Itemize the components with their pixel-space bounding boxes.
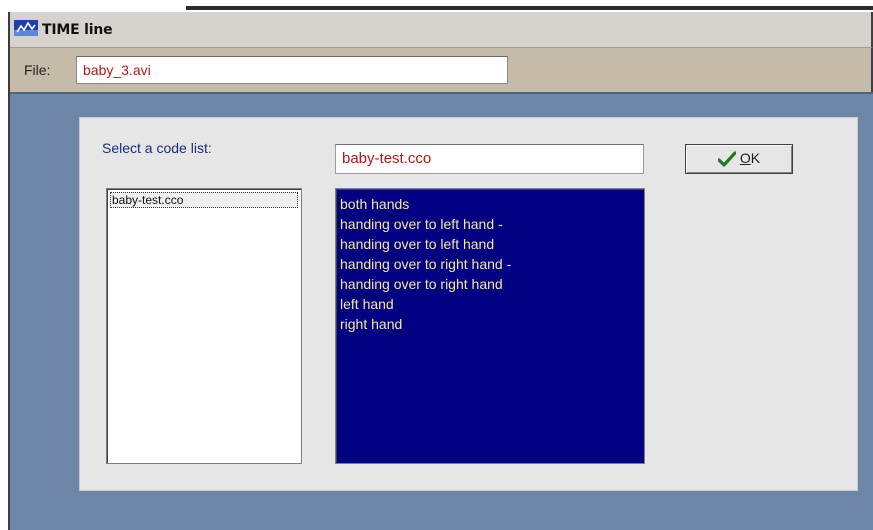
timeline-window: TIME line File: baby_3.avi Select a code… [8,12,873,530]
select-code-list-label: Select a code list: [102,140,212,156]
list-item[interactable]: left hand [340,294,640,314]
list-item[interactable]: handing over to right hand - [340,254,640,274]
window-title: TIME line [42,22,113,38]
list-item[interactable]: handing over to left hand - [340,214,640,234]
divider [10,92,873,94]
code-list-files[interactable]: baby-test.cco [106,188,302,464]
list-item[interactable]: both hands [340,194,640,214]
title-bar[interactable]: TIME line [10,12,873,48]
ok-button-label: OK [739,150,761,166]
file-bar: File: baby_3.avi [10,48,873,92]
list-item[interactable]: handing over to right hand [340,274,640,294]
list-item[interactable]: right hand [340,314,640,334]
list-item[interactable]: baby-test.cco [110,192,298,208]
codes-list[interactable]: both hands handing over to left hand - h… [335,188,645,464]
selected-code-list-field[interactable]: baby-test.cco [335,144,644,174]
ok-button[interactable]: OK [685,144,793,174]
check-icon [717,151,736,167]
list-item[interactable]: handing over to left hand [340,234,640,254]
code-list-panel: Select a code list: baby-test.cco OK bab… [79,117,858,491]
file-label: File: [24,62,51,78]
file-field[interactable]: baby_3.avi [76,56,508,84]
top-strip [0,0,873,12]
app-logo-icon [14,20,38,36]
background-bar [186,6,873,10]
